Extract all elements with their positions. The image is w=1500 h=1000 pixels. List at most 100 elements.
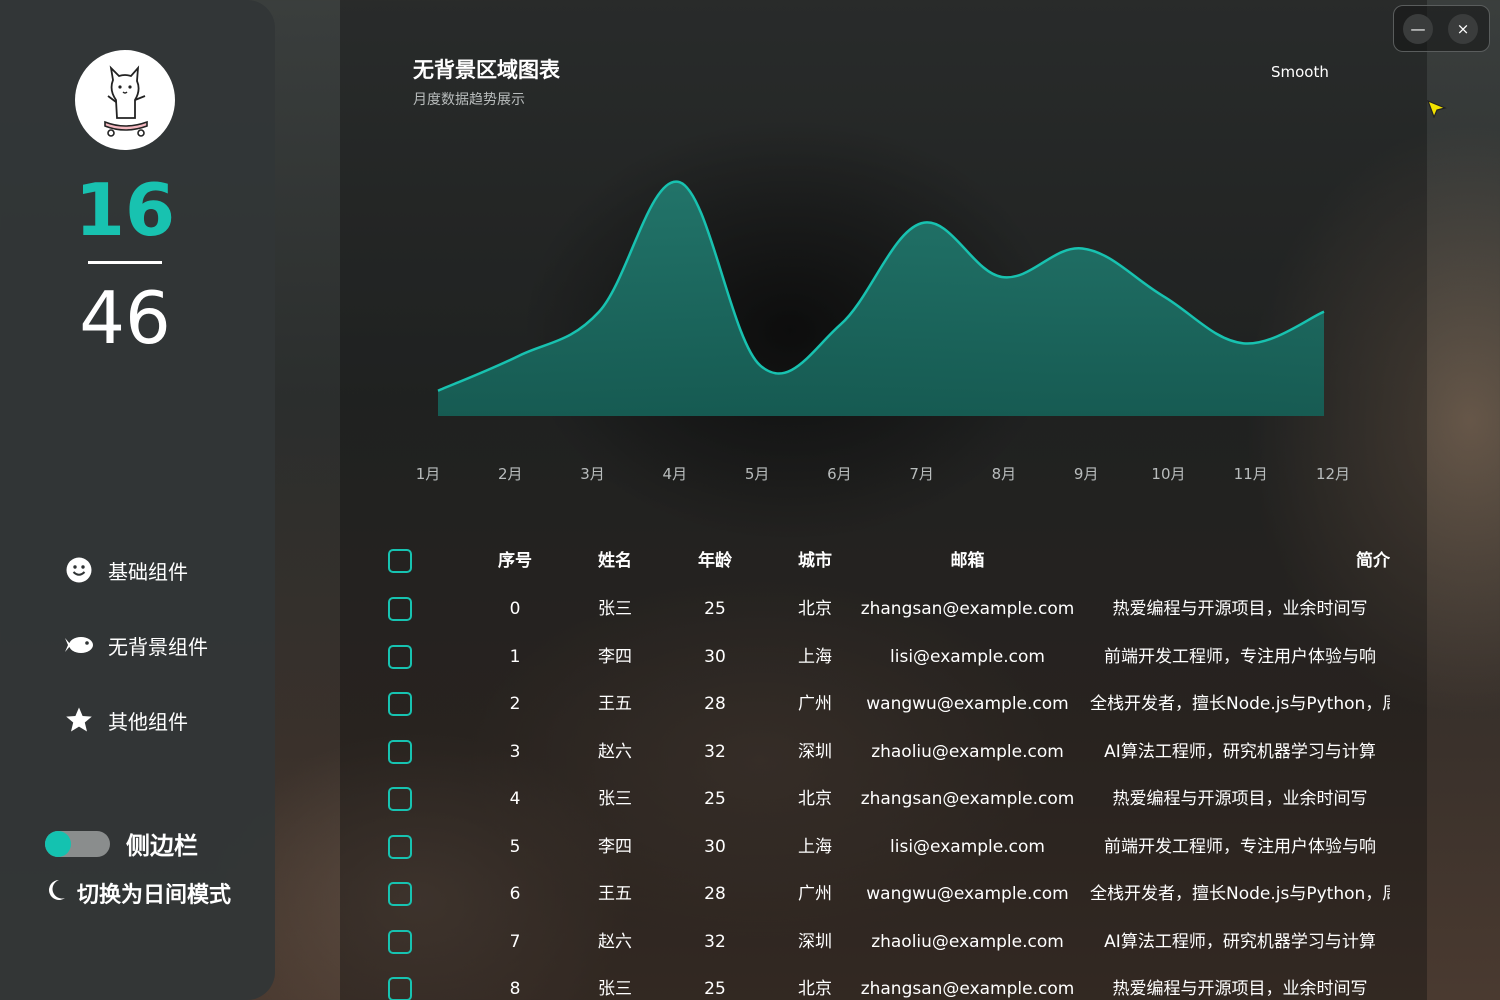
chart-title: 无背景区域图表 (413, 58, 560, 82)
table-row[interactable]: 0 张三 25 北京 zhangsan@example.com 热爱编程与开源项目，业余时… (380, 585, 1390, 633)
nav-item-label: 无背景组件 (108, 634, 208, 659)
cell-email: zhangsan@example.com (860, 789, 1075, 809)
cell-index: 6 (509, 884, 521, 904)
table-row[interactable]: 5 李四 30 上海 lisi@example.com 前端开发工程师，专注用户体验与响 (380, 823, 1390, 871)
day-mode-label: 切换为日间模式 (77, 883, 232, 908)
cell-intro: 前端开发工程师，专注用户体验与响 (1104, 646, 1376, 667)
header-index[interactable]: 序号 (465, 537, 565, 585)
row-checkbox[interactable] (388, 597, 412, 621)
close-button[interactable]: × (1448, 14, 1478, 44)
cell-index: 4 (509, 789, 521, 809)
cell-name: 张三 (598, 599, 632, 619)
table-row[interactable]: 7 赵六 32 深圳 zhaoliu@example.com AI算法工程师，研究机器学习… (380, 918, 1390, 966)
row-checkbox[interactable] (388, 929, 412, 954)
cell-index: 7 (509, 931, 521, 952)
row-checkbox[interactable] (388, 787, 412, 811)
data-point[interactable] (915, 217, 927, 229)
day-mode-switch[interactable]: 切换为日间模式 (45, 877, 231, 909)
cell-email: zhangsan@example.com (860, 979, 1075, 999)
header-intro[interactable]: 简介 (1090, 537, 1390, 585)
cell-index: 0 (509, 599, 521, 619)
cat-skateboard-icon (104, 65, 148, 137)
cell-intro: 全栈开发者，擅长Node.js与Python，周 (1090, 694, 1390, 714)
data-point[interactable] (674, 176, 686, 188)
cell-index: 3 (509, 741, 521, 762)
cell-email: zhangsan@example.com (860, 599, 1075, 619)
nav-item-label: 其他组件 (108, 709, 188, 734)
cell-age: 32 (704, 931, 726, 952)
x-tick-label: 9月 (1074, 465, 1099, 483)
data-point[interactable] (1076, 243, 1088, 255)
x-tick-label: 2月 (498, 465, 523, 483)
cell-name: 李四 (598, 646, 632, 667)
data-point[interactable] (754, 359, 766, 371)
table-row[interactable]: 8 张三 25 北京 zhangsan@example.com 热爱编程与开源项目，业余时… (380, 965, 1390, 1000)
cell-intro: 热爱编程与开源项目，业余时间写 (1112, 789, 1368, 809)
cell-name: 王五 (598, 884, 632, 904)
moon-icon (45, 878, 67, 908)
cell-email: wangwu@example.com (866, 694, 1069, 714)
cell-intro: AI算法工程师，研究机器学习与计算 (1104, 931, 1376, 952)
header-age[interactable]: 年龄 (665, 537, 765, 585)
data-point[interactable] (593, 306, 605, 318)
x-tick-label: 5月 (745, 465, 770, 483)
row-checkbox[interactable] (388, 739, 412, 764)
table-row[interactable]: 3 赵六 32 深圳 zhaoliu@example.com AI算法工程师，研究机器学习… (380, 728, 1390, 776)
cell-age: 30 (704, 836, 726, 857)
cell-index: 2 (509, 694, 521, 714)
data-point[interactable] (835, 318, 847, 330)
cell-age: 25 (704, 979, 726, 999)
row-checkbox[interactable] (388, 882, 412, 906)
cell-name: 李四 (598, 836, 632, 857)
select-all-checkbox[interactable] (388, 549, 412, 573)
cell-intro: 全栈开发者，擅长Node.js与Python，周 (1090, 884, 1390, 904)
minimize-button[interactable]: — (1403, 14, 1433, 44)
row-checkbox[interactable] (388, 834, 412, 859)
data-point[interactable] (1318, 306, 1330, 318)
cell-index: 5 (509, 836, 521, 857)
cell-age: 28 (704, 694, 726, 714)
data-point[interactable] (996, 271, 1008, 283)
table-row[interactable]: 4 张三 25 北京 zhangsan@example.com 热爱编程与开源项目，业余时… (380, 775, 1390, 823)
nav-item-basic-components[interactable]: 基础组件 (64, 554, 188, 586)
counter-bottom: 46 (79, 276, 171, 360)
cell-intro: AI算法工程师，研究机器学习与计算 (1104, 741, 1376, 762)
data-point[interactable] (1157, 290, 1169, 302)
cell-age: 25 (704, 599, 726, 619)
row-checkbox[interactable] (388, 977, 412, 1000)
cell-age: 25 (704, 789, 726, 809)
cell-email: zhaoliu@example.com (871, 741, 1064, 762)
row-checkbox[interactable] (388, 644, 412, 669)
cell-intro: 热爱编程与开源项目，业余时间写 (1112, 979, 1368, 999)
cell-name: 张三 (598, 979, 632, 999)
header-email[interactable]: 邮箱 (845, 537, 1090, 585)
cell-email: zhaoliu@example.com (871, 931, 1064, 952)
cell-name: 赵六 (598, 931, 632, 952)
pointer-cursor-icon (1427, 100, 1447, 118)
cell-intro: 前端开发工程师，专注用户体验与响 (1104, 836, 1376, 857)
chart-mode-toggle[interactable]: Smooth (1271, 63, 1329, 81)
counter-top: 16 (74, 168, 176, 252)
table-row[interactable]: 6 王五 28 广州 wangwu@example.com 全栈开发者，擅长Node.js… (380, 870, 1390, 918)
cell-age: 28 (704, 884, 726, 904)
header-name[interactable]: 姓名 (565, 537, 665, 585)
nav-item-no-bg-components[interactable]: 无背景组件 (64, 629, 208, 661)
data-point[interactable] (1237, 337, 1249, 349)
avatar[interactable] (75, 50, 175, 150)
x-tick-label: 12月 (1316, 465, 1350, 483)
nav-item-other-components[interactable]: 其他组件 (64, 704, 188, 736)
cell-name: 王五 (598, 694, 632, 714)
star-icon (64, 705, 94, 735)
smile-icon (64, 555, 94, 585)
cell-name: 赵六 (598, 741, 632, 762)
sidebar-toggle-switch[interactable] (45, 830, 110, 857)
data-point[interactable] (432, 385, 444, 397)
table-row[interactable]: 1 李四 30 上海 lisi@example.com 前端开发工程师，专注用户体验与响 (380, 633, 1390, 681)
x-tick-label: 1月 (416, 465, 441, 483)
x-tick-label: 10月 (1151, 465, 1185, 483)
row-checkbox[interactable] (388, 692, 412, 716)
data-point[interactable] (513, 350, 525, 362)
x-tick-label: 3月 (580, 465, 605, 483)
cell-email: lisi@example.com (890, 646, 1045, 667)
table-row[interactable]: 2 王五 28 广州 wangwu@example.com 全栈开发者，擅长Node.js… (380, 680, 1390, 728)
